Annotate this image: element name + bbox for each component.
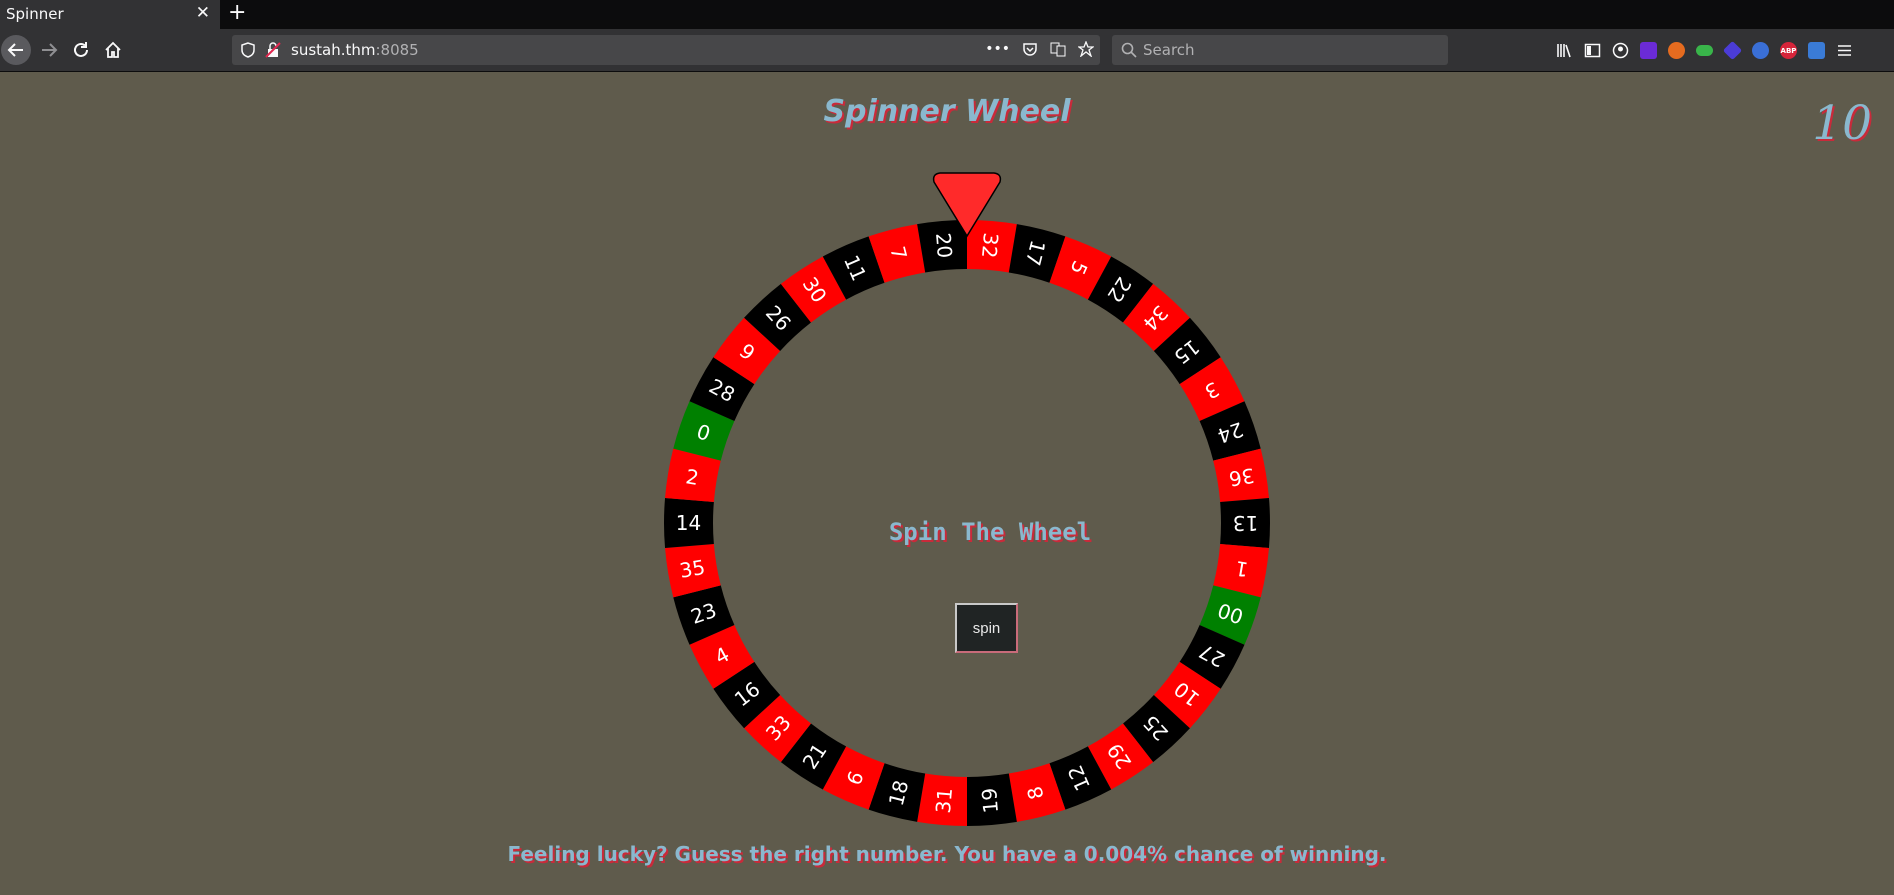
shield-icon[interactable] [240,42,256,58]
translate-icon[interactable] [1050,41,1066,57]
forward-arrow-icon [42,43,58,57]
tab-strip: Spinner ✕ + [0,0,1894,29]
toggle-extension-icon[interactable] [1696,45,1713,56]
wheel-pocket-number: 19 [977,787,1003,814]
wheel-pocket-number: 31 [931,787,957,814]
fox-extension-icon[interactable] [1668,42,1685,59]
wheel-pocket-number: 20 [931,232,957,259]
adblock-plus-icon[interactable]: ABP [1780,42,1797,59]
back-arrow-icon [7,43,23,57]
url-port: :8085 [375,41,419,59]
active-tab[interactable]: Spinner ✕ [0,0,220,29]
back-button[interactable] [1,35,31,65]
navigation-toolbar: sustah.thm:8085 ••• Search ABP [0,29,1894,72]
score-display: 10 [1812,96,1872,151]
wheel-pocket-number: 36 [1227,463,1256,491]
tab-title: Spinner [6,5,64,23]
spin-button[interactable]: spin [955,603,1018,653]
home-button[interactable] [98,35,128,65]
chance-message: Feeling lucky? Guess the right number. Y… [507,842,1387,866]
new-tab-icon[interactable]: + [228,0,246,25]
search-icon [1121,42,1137,58]
url-host: sustah.thm [291,41,376,59]
sidebar-icon[interactable] [1584,42,1601,59]
bookmark-star-icon[interactable] [1078,41,1094,57]
wheel-pocket-number: 13 [1233,511,1258,535]
address-bar[interactable]: sustah.thm:8085 ••• [232,35,1100,65]
page-actions-icon[interactable]: ••• [985,41,1010,57]
toolbar-icons: ABP [1556,40,1853,61]
home-icon [105,41,121,58]
wheel-pocket-number: 14 [676,511,701,535]
roulette-wheel[interactable]: 32 17 522341532436131002710252912819311862… [662,170,1272,828]
spin-heading: Spin The Wheel [888,518,1092,546]
diamond-extension-icon[interactable] [1722,40,1743,61]
search-bar[interactable]: Search [1112,35,1448,65]
account-icon[interactable] [1612,42,1629,59]
url-text: sustah.thm:8085 [291,41,419,59]
tab-close-icon[interactable]: ✕ [196,3,210,23]
translate-extension-icon[interactable] [1808,42,1825,59]
search-input[interactable]: Search [1143,41,1195,59]
pocket-icon[interactable] [1022,41,1038,57]
hexagon-extension-icon[interactable] [1640,42,1657,59]
insecure-lock-icon[interactable] [265,42,281,58]
library-icon[interactable] [1556,42,1573,59]
wheel-pocket-number: 32 [977,232,1003,259]
url-actions: ••• [985,41,1094,57]
globe-extension-icon[interactable] [1752,42,1769,59]
menu-icon[interactable] [1836,42,1853,59]
forward-button[interactable] [34,35,64,65]
wheel-pocket-number: 35 [678,555,707,583]
reload-button[interactable] [66,35,96,65]
page-title: Spinner Wheel [823,94,1071,129]
reload-icon [74,42,88,57]
